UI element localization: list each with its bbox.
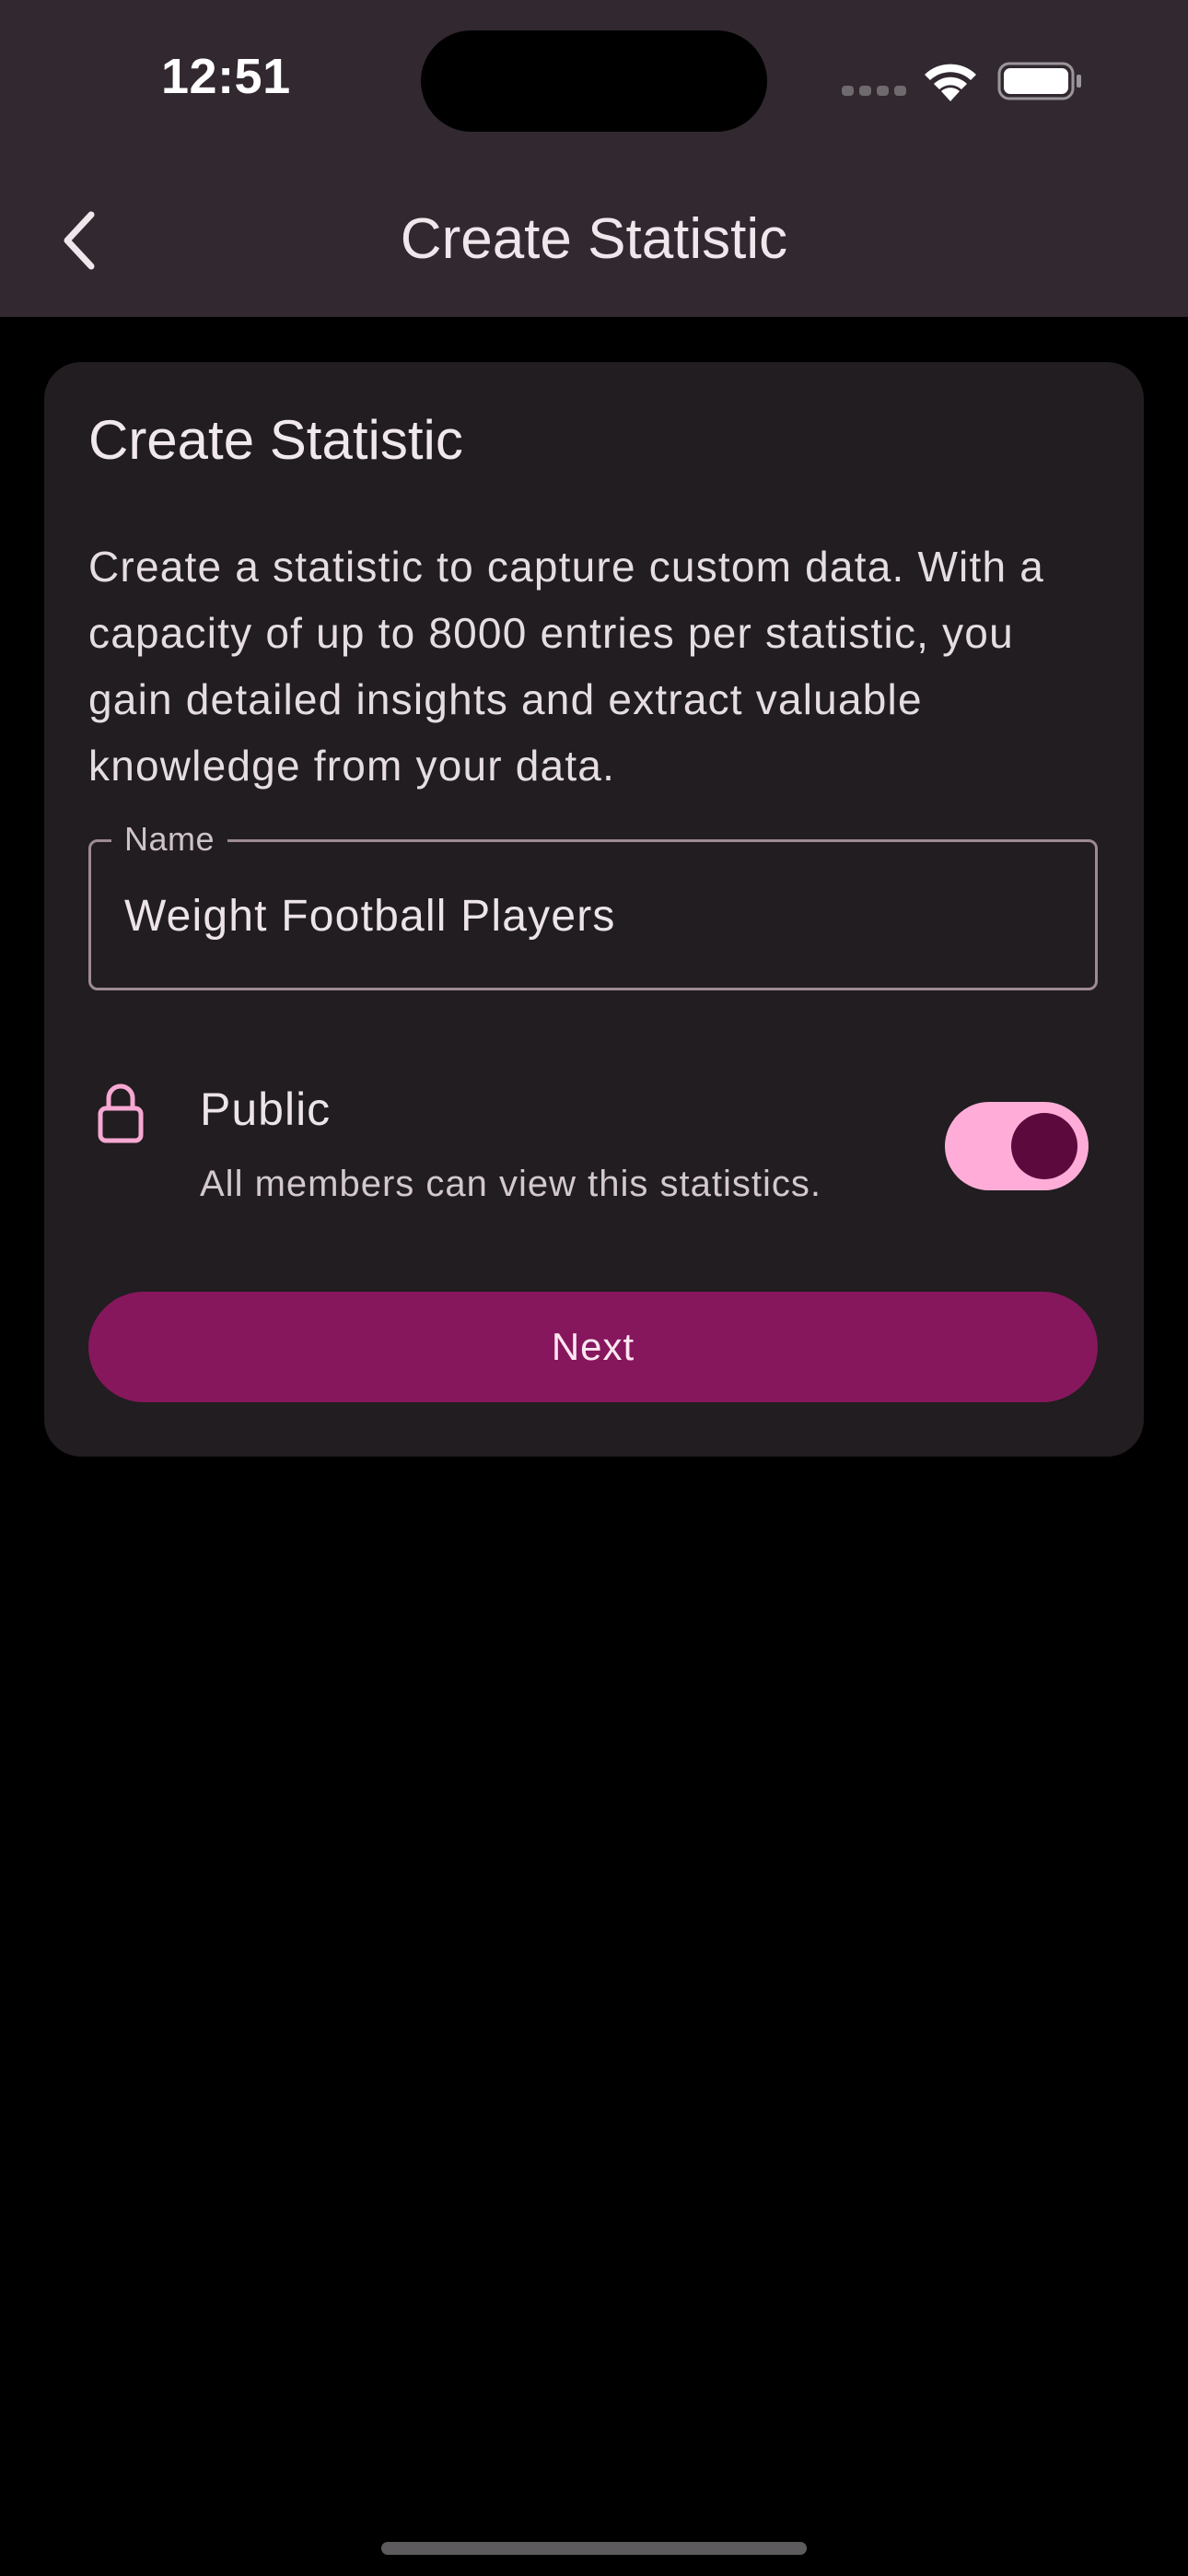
name-input[interactable] xyxy=(124,879,1045,953)
battery-icon xyxy=(997,62,1081,100)
lock-icon xyxy=(98,1083,144,1143)
screen: 12:51 Create Statistic Create Statistic xyxy=(0,0,1188,2576)
page-title: Create Statistic xyxy=(400,207,788,271)
toggle-knob xyxy=(1011,1113,1077,1179)
home-indicator xyxy=(381,2542,807,2555)
card-title: Create Statistic xyxy=(88,409,463,471)
card-description: Create a statistic to capture custom dat… xyxy=(88,543,1045,790)
next-button[interactable]: Next xyxy=(88,1292,1098,1402)
status-time: 12:51 xyxy=(161,49,291,104)
dynamic-island xyxy=(421,30,767,132)
top-bar: 12:51 Create Statistic xyxy=(0,0,1188,317)
public-title: Public xyxy=(200,1083,332,1135)
public-subtitle: All members can view this statistics. xyxy=(200,1164,821,1204)
cellular-signal-icon xyxy=(842,86,906,100)
public-toggle[interactable] xyxy=(945,1102,1089,1190)
create-statistic-card: Create Statistic Create a statistic to c… xyxy=(44,362,1144,1457)
name-field-label: Name xyxy=(111,820,228,859)
name-field[interactable]: Name xyxy=(88,820,1098,990)
wifi-icon xyxy=(925,64,976,101)
